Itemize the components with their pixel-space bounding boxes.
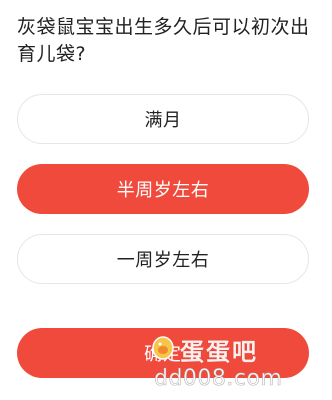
option-label: 满月 — [144, 110, 182, 131]
option-label: 半周岁左右 — [116, 180, 210, 201]
confirm-button[interactable]: 确定 — [17, 328, 309, 378]
option-half-year[interactable]: 半周岁左右 — [17, 164, 309, 214]
option-one-year[interactable]: 一周岁左右 — [17, 234, 309, 284]
option-full-month[interactable]: 满月 — [17, 94, 309, 144]
option-label: 一周岁左右 — [116, 250, 210, 271]
question-text: 灰袋鼠宝宝出生多久后可以初次出育儿袋? — [17, 16, 310, 65]
confirm-label: 确定 — [144, 344, 182, 365]
